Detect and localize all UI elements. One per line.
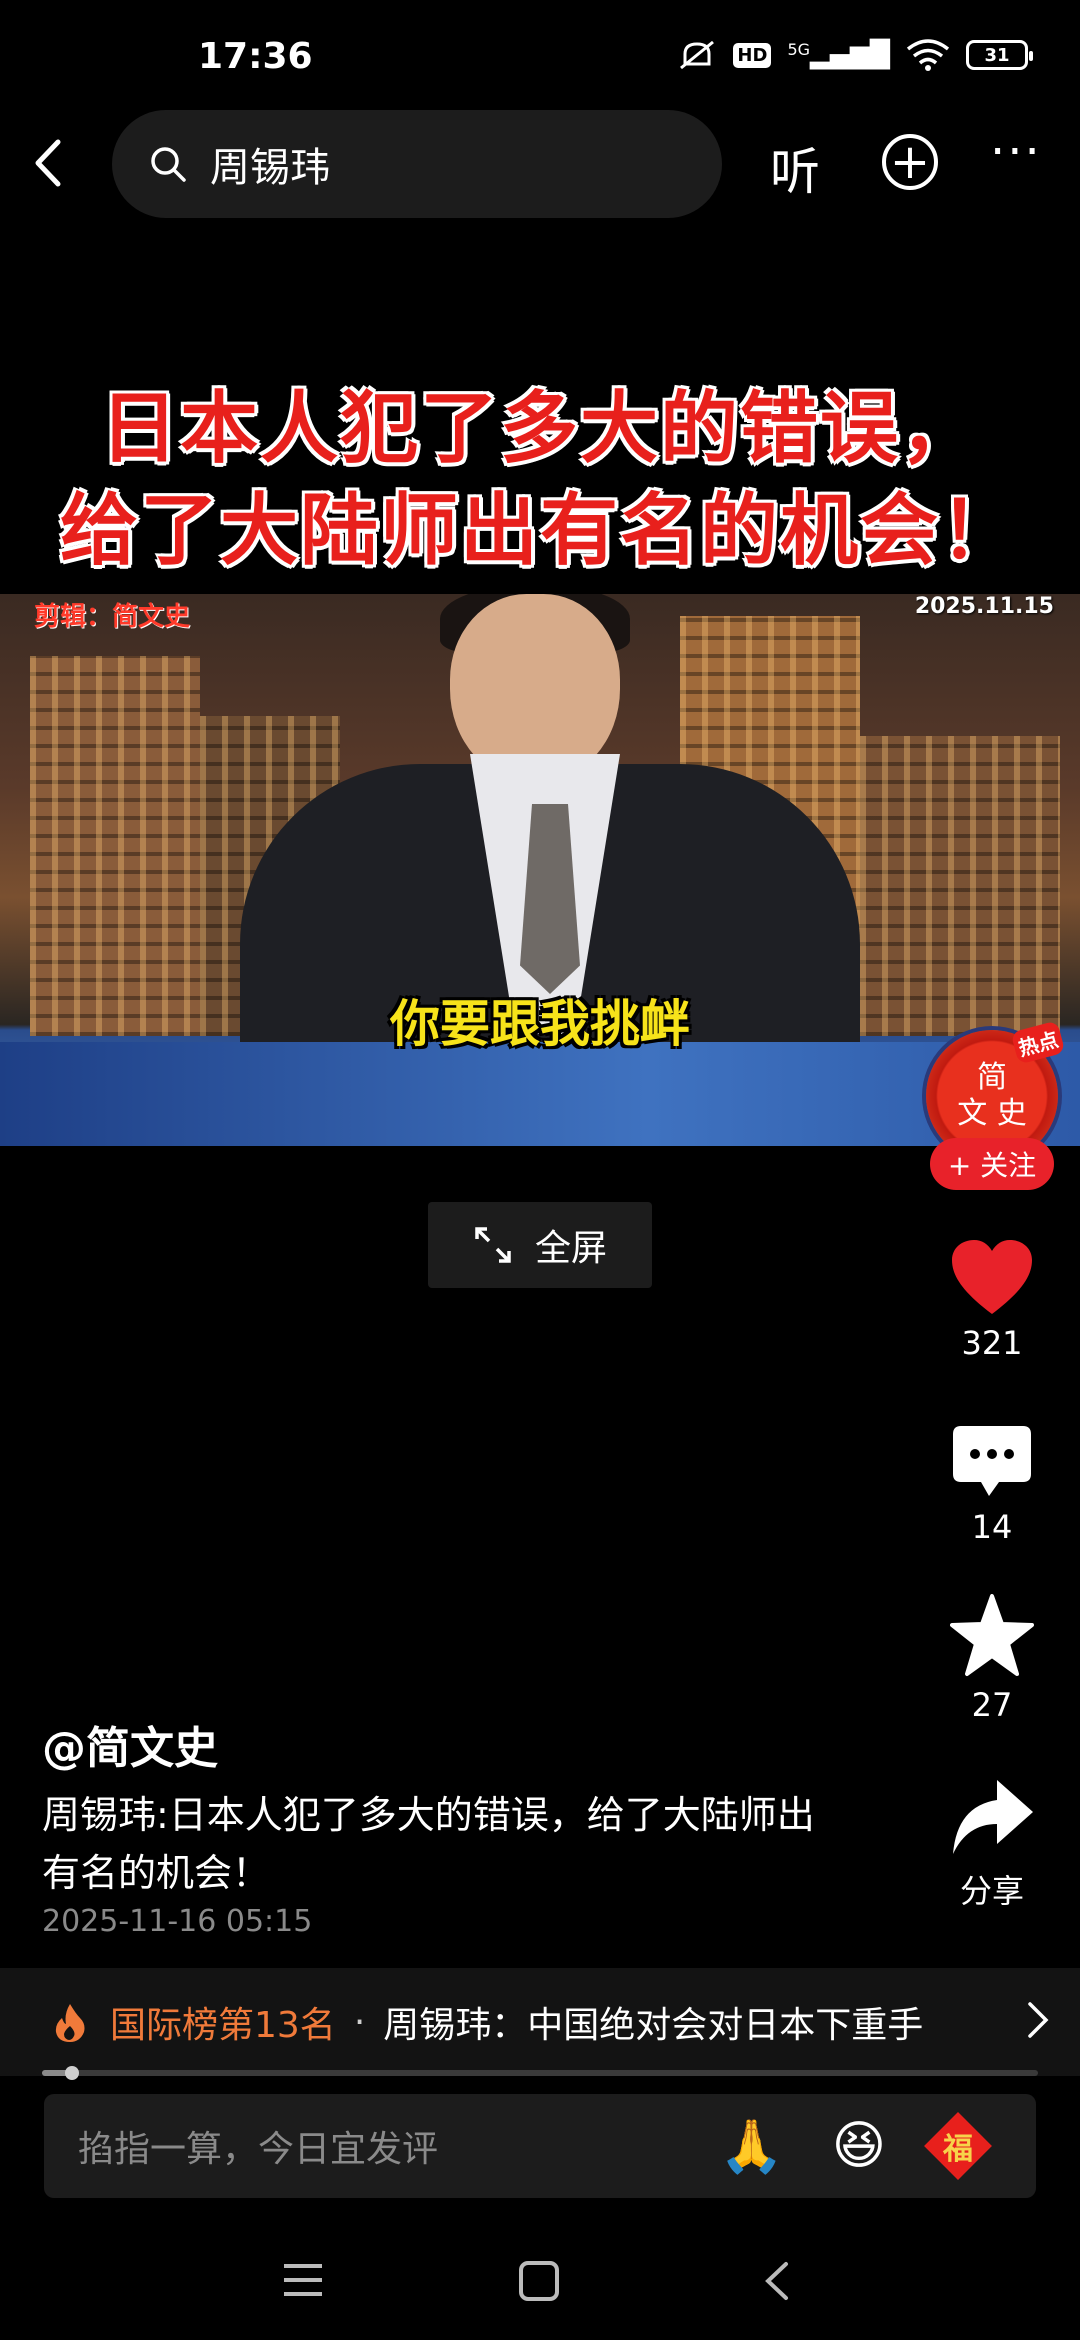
caption-text: 你要跟我挑衅 bbox=[390, 995, 690, 1053]
comment-count: 14 bbox=[971, 1508, 1013, 1546]
video-date: 2025.11.15 bbox=[914, 594, 1054, 619]
home-icon[interactable] bbox=[518, 2260, 560, 2302]
expand-icon bbox=[475, 1227, 511, 1263]
laugh-emoji-button[interactable]: 😆 bbox=[832, 2116, 886, 2176]
progress-handle[interactable] bbox=[64, 2066, 79, 2080]
headline-line-2: 给了大陆师出有名的机会！ bbox=[59, 486, 1020, 576]
share-action[interactable]: 分享 bbox=[930, 1776, 1054, 1912]
post-date: 2025-11-16 05:15 bbox=[42, 1904, 313, 1939]
chevron-right-icon bbox=[1028, 2002, 1049, 2038]
star-icon bbox=[950, 1594, 1034, 1676]
headline-line-1: 日本人犯了多大的错误， bbox=[99, 384, 980, 474]
network-label: 5G bbox=[787, 40, 811, 59]
status-icons: HD 5G▂▄▆█ 31 bbox=[677, 38, 1033, 72]
pray-emoji-button[interactable]: 🙏 bbox=[719, 2116, 784, 2177]
rank-topic: 周锡玮：中国绝对会对日本下重手 bbox=[383, 2005, 924, 2046]
editor-label: 剪辑：简文史 bbox=[34, 602, 191, 632]
battery-icon: 31 bbox=[966, 40, 1033, 70]
like-count: 321 bbox=[961, 1324, 1023, 1362]
ranking-bar[interactable]: 国际榜第13名 · 周锡玮：中国绝对会对日本下重手 bbox=[0, 1968, 1080, 2076]
post-description: 周锡玮:日本人犯了多大的错误，给了大陆师出有名的机会！ bbox=[42, 1793, 815, 1895]
fullscreen-label: 全屏 bbox=[534, 1228, 607, 1269]
heart-icon bbox=[952, 1240, 1032, 1314]
more-button[interactable]: ··· bbox=[990, 124, 1042, 180]
like-action[interactable]: 321 bbox=[930, 1240, 1054, 1362]
status-bar: 17:36 HD 5G▂▄▆█ 31 bbox=[0, 0, 1080, 110]
comment-placeholder: 掐指一算，今日宜发评 bbox=[78, 2129, 439, 2170]
video-progress[interactable] bbox=[42, 2066, 1038, 2080]
favorite-action[interactable]: 27 bbox=[930, 1594, 1054, 1724]
background-building bbox=[30, 656, 200, 1036]
back-button[interactable] bbox=[20, 128, 80, 198]
author-name[interactable]: @简文史 bbox=[42, 1712, 218, 1776]
comment-input[interactable]: 掐指一算，今日宜发评 🙏 😆 福 bbox=[44, 2094, 1036, 2198]
wifi-icon bbox=[906, 39, 950, 71]
search-icon bbox=[151, 147, 186, 182]
share-label: 分享 bbox=[959, 1872, 1024, 1910]
search-box[interactable]: 周锡玮 bbox=[112, 110, 722, 218]
rank-label: 国际榜第13名 bbox=[110, 2005, 336, 2046]
video-player[interactable]: 剪辑：简文史 2025.11.15 你要跟我挑衅 bbox=[0, 594, 1080, 1146]
system-nav-bar bbox=[0, 2230, 1080, 2340]
search-query: 周锡玮 bbox=[210, 145, 330, 191]
signal-icon: 5G▂▄▆█ bbox=[787, 40, 890, 70]
top-nav: 周锡玮 听 + ··· bbox=[0, 110, 1080, 220]
video-caption: 你要跟我挑衅 bbox=[0, 984, 1080, 1056]
battery-level: 31 bbox=[984, 44, 1010, 66]
avatar-text-2: 文 史 bbox=[957, 1096, 1027, 1131]
menu-icon[interactable] bbox=[282, 2260, 324, 2300]
back-nav-icon[interactable] bbox=[762, 2260, 792, 2302]
fu-sticker-button[interactable]: 福 bbox=[924, 2112, 992, 2180]
share-icon bbox=[953, 1780, 1033, 1854]
favorite-count: 27 bbox=[971, 1686, 1013, 1724]
mute-icon bbox=[680, 40, 715, 70]
rank-separator: · bbox=[353, 2001, 366, 2043]
status-time: 17:36 bbox=[198, 36, 313, 77]
fu-label: 福 bbox=[943, 2132, 973, 2167]
fire-icon bbox=[55, 2004, 85, 2042]
follow-button[interactable]: + 关注 bbox=[930, 1138, 1054, 1190]
video-headline: 日本人犯了多大的错误， 给了大陆师出有名的机会！ bbox=[0, 378, 1080, 582]
comment-action[interactable]: 14 bbox=[930, 1424, 1054, 1546]
fullscreen-button[interactable]: 全屏 bbox=[428, 1202, 652, 1288]
hd-badge: HD bbox=[733, 42, 772, 68]
listen-button[interactable]: 听 bbox=[770, 132, 820, 204]
avatar-text-1: 简 bbox=[977, 1060, 1007, 1095]
add-button[interactable]: + bbox=[882, 134, 938, 190]
comment-icon bbox=[953, 1426, 1031, 1496]
lower-third-bar bbox=[0, 1042, 1080, 1146]
